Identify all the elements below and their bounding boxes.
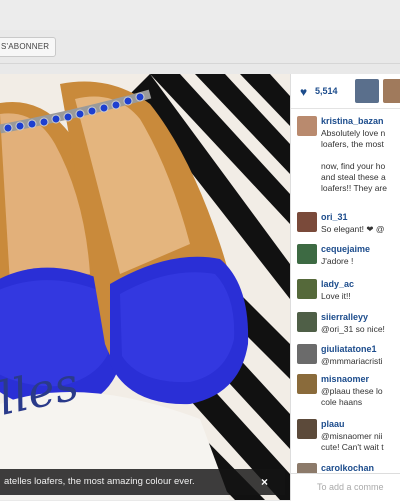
avatar[interactable] bbox=[297, 344, 317, 364]
comment-text: Love it!! bbox=[321, 291, 351, 302]
avatar[interactable] bbox=[297, 212, 317, 232]
comment-text: Absolutely love n loafers, the most now, f… bbox=[321, 128, 387, 194]
avatar[interactable] bbox=[297, 374, 317, 394]
comment-line: now, find your ho bbox=[321, 161, 386, 171]
caption-text: atelles loafers, the most amazing colour… bbox=[4, 476, 195, 487]
comment-text: @mmmariacristi bbox=[321, 356, 383, 367]
close-icon[interactable]: × bbox=[261, 475, 268, 489]
comment-text: J'adore ! bbox=[321, 256, 353, 267]
comment-line: @plaau these lo bbox=[321, 386, 383, 396]
comment-line: So elegant! ❤ @ bbox=[321, 224, 385, 234]
avatar[interactable] bbox=[297, 419, 317, 439]
subscribe-button[interactable]: S'ABONNER bbox=[0, 37, 57, 57]
heart-icon[interactable]: ♥ bbox=[300, 85, 307, 99]
comment-line: Absolutely love n bbox=[321, 128, 386, 138]
comment-text: @ori_31 so nice! bbox=[321, 324, 385, 335]
comment-line bbox=[321, 150, 387, 161]
top-bar bbox=[0, 0, 400, 30]
comment-username[interactable]: plaau bbox=[321, 419, 345, 429]
liker-avatar[interactable] bbox=[355, 79, 379, 103]
comment-username[interactable]: carolkochan bbox=[321, 463, 374, 473]
divider bbox=[0, 63, 400, 64]
post-photo[interactable]: lles bbox=[0, 74, 290, 500]
comment-username[interactable]: giuliatatone1 bbox=[321, 344, 377, 354]
comment-username[interactable]: kristina_bazan bbox=[321, 116, 384, 126]
avatar[interactable] bbox=[297, 312, 317, 332]
comment-username[interactable]: siierralleyy bbox=[321, 312, 368, 322]
comment-text: So elegant! ❤ @ bbox=[321, 224, 384, 235]
liker-avatar[interactable] bbox=[383, 79, 400, 103]
caption-bar: atelles loafers, the most amazing colour… bbox=[0, 469, 285, 495]
comment-username[interactable]: lady_ac bbox=[321, 279, 354, 289]
likes-row: ♥ 5,514 bbox=[291, 74, 400, 109]
comment-line: @mmmariacristi bbox=[321, 356, 383, 366]
comment-line: J'adore ! bbox=[321, 256, 354, 266]
comment-line: Love it!! bbox=[321, 291, 351, 301]
add-comment-placeholder[interactable]: To add a comme bbox=[317, 482, 384, 492]
comment-line: loafers, the most bbox=[321, 139, 384, 149]
comment-line: @misnaomer nii bbox=[321, 431, 383, 441]
avatar[interactable] bbox=[297, 244, 317, 264]
add-comment-field[interactable]: To add a comme bbox=[291, 473, 400, 501]
comment-line: cole haans bbox=[321, 397, 363, 407]
avatar[interactable] bbox=[297, 279, 317, 299]
shoes-photo-illustration bbox=[0, 74, 290, 500]
like-count[interactable]: 5,514 bbox=[315, 86, 338, 96]
comment-text: @misnaomer nii cute! Can't wait t bbox=[321, 431, 384, 453]
comment-username[interactable]: misnaomer bbox=[321, 374, 369, 384]
comment-line: @ori_31 so nice! bbox=[321, 324, 385, 334]
comment-line: cute! Can't wait t bbox=[321, 442, 384, 452]
comment-line: loafers!! They are bbox=[321, 183, 387, 193]
comment-line: and steal these a bbox=[321, 172, 386, 182]
comment-username[interactable]: cequejaime bbox=[321, 244, 370, 254]
comment-text: @plaau these lo cole haans bbox=[321, 386, 383, 408]
comment-username[interactable]: ori_31 bbox=[321, 212, 348, 222]
avatar[interactable] bbox=[297, 116, 317, 136]
comments-panel: ♥ 5,514 kristina_bazan Absolutely love nl… bbox=[290, 74, 400, 501]
